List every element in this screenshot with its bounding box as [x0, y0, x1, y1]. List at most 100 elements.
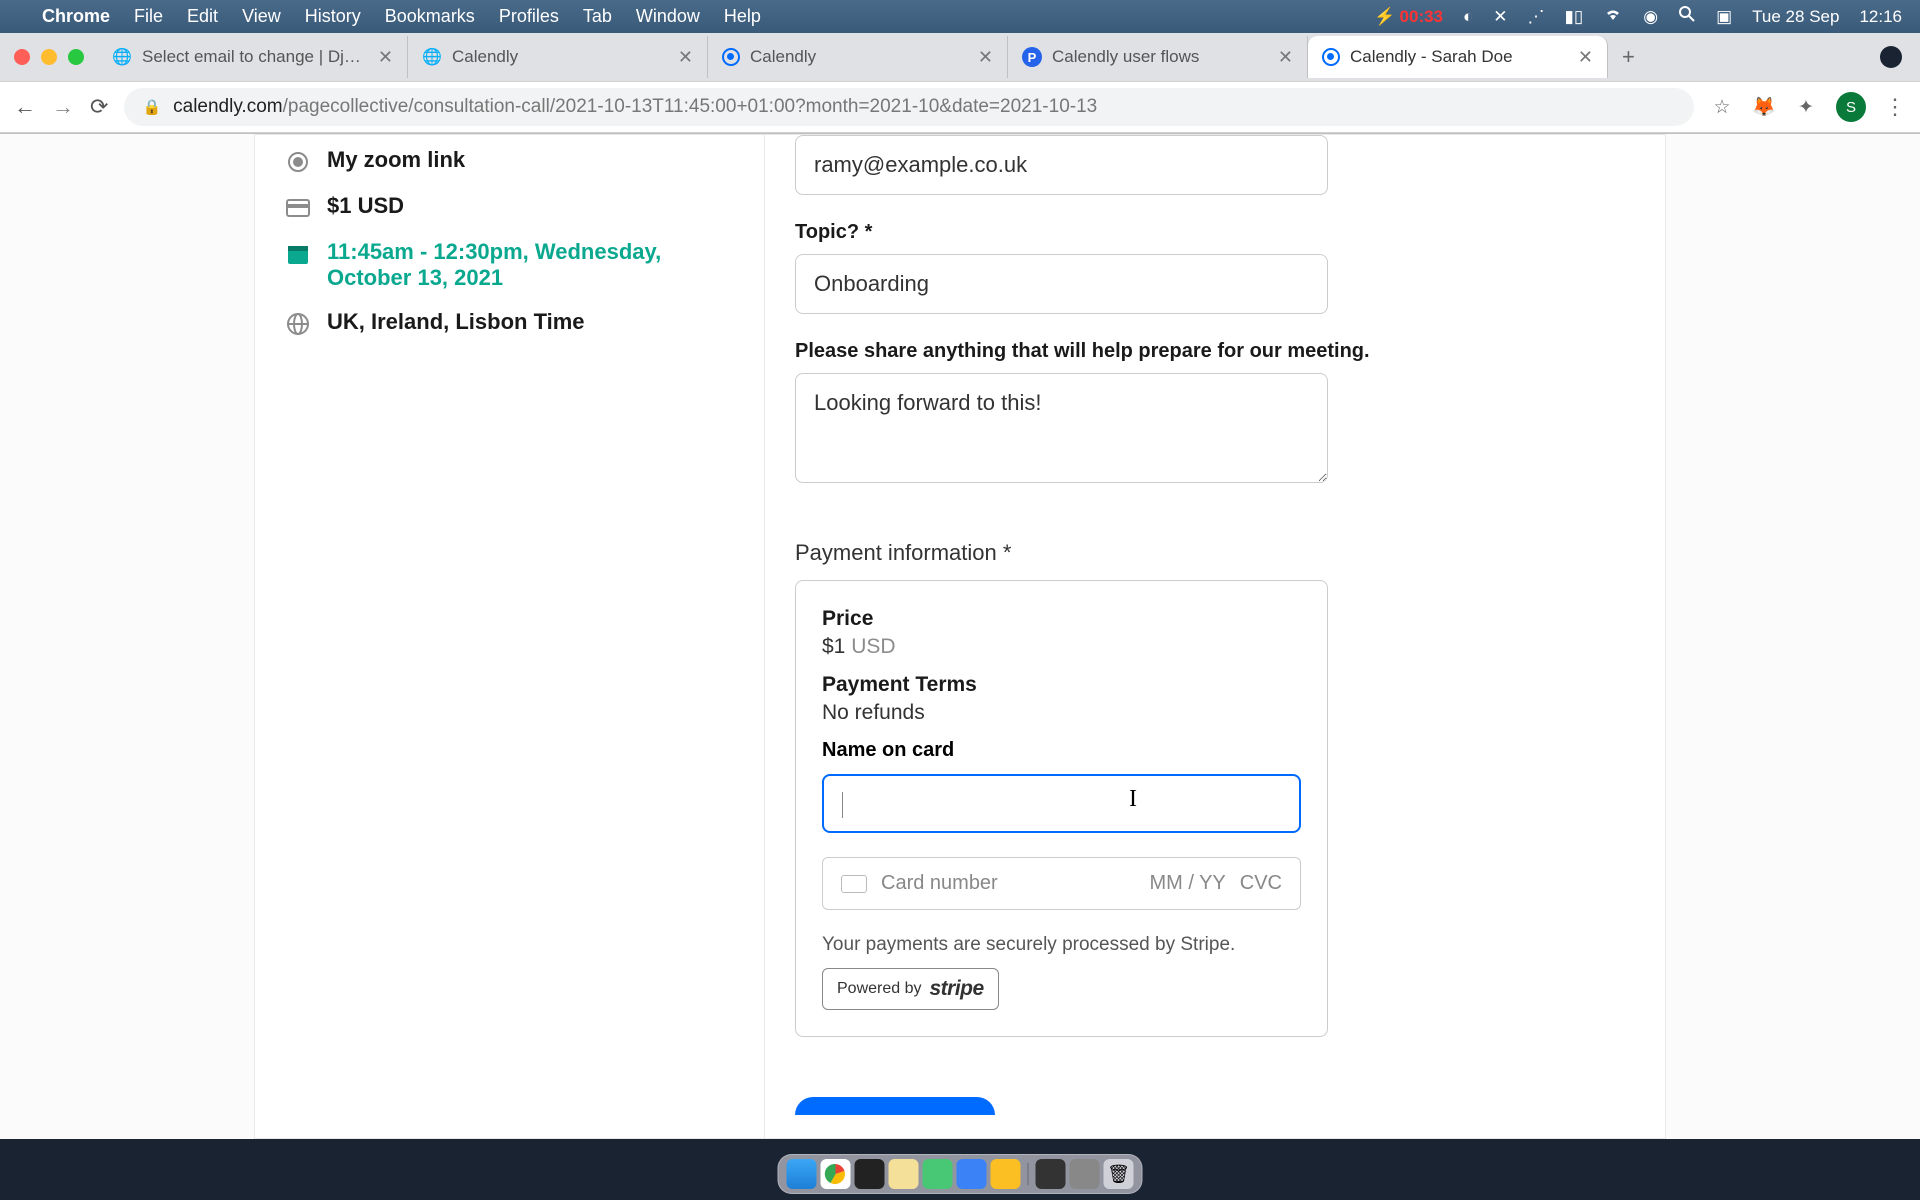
extension-metamask-icon[interactable]: 🦊	[1752, 95, 1776, 119]
url-row: ← → ⟳ 🔒 calendly.com/pagecollective/cons…	[0, 81, 1920, 133]
card-number-field[interactable]: Card number MM / YY CVC	[822, 857, 1301, 910]
profile-avatar[interactable]: S	[1836, 92, 1866, 122]
price-value: $1 USD	[822, 635, 1301, 659]
bolt-icon: ⚡	[1374, 7, 1395, 27]
macos-menubar: Chrome File Edit View History Bookmarks …	[0, 0, 1920, 33]
topic-label: Topic? *	[795, 221, 1635, 244]
location-row: My zoom link	[285, 147, 734, 175]
booking-card: My zoom link $1 USD 11:45am - 12:30pm, W…	[254, 134, 1666, 1139]
price-text: $1 USD	[327, 193, 404, 219]
battery-icon[interactable]: ▮▯	[1565, 7, 1584, 27]
spotlight-icon[interactable]	[1678, 5, 1696, 28]
wifi-icon[interactable]	[1603, 6, 1623, 27]
status-icon-1[interactable]: ◐	[1463, 7, 1473, 27]
window-minimize[interactable]	[41, 49, 57, 65]
url-path: /pagecollective/consultation-call/2021-1…	[283, 96, 1098, 117]
tab-title: Calendly - Sarah Doe	[1350, 47, 1568, 67]
menu-bookmarks[interactable]: Bookmarks	[385, 6, 475, 27]
price-row: $1 USD	[285, 193, 734, 221]
menu-tab[interactable]: Tab	[583, 6, 612, 27]
booking-form: Topic? * Please share anything that will…	[765, 135, 1665, 1138]
dock-notes[interactable]	[889, 1159, 919, 1189]
dock-app-8[interactable]	[1036, 1159, 1066, 1189]
url-bar[interactable]: 🔒 calendly.com/pagecollective/consultati…	[124, 88, 1694, 126]
datetime-text: 11:45am - 12:30pm, Wednesday, October 13…	[327, 239, 734, 291]
name-on-card-label: Name on card	[822, 739, 1301, 762]
terms-label: Payment Terms	[822, 673, 1301, 697]
payment-box: Price $1 USD Payment Terms No refunds Na…	[795, 580, 1328, 1037]
menu-help[interactable]: Help	[724, 6, 761, 27]
card-cvc-placeholder: CVC	[1240, 872, 1282, 895]
location-text: My zoom link	[327, 147, 465, 173]
menu-window[interactable]: Window	[636, 6, 700, 27]
dock-app-5[interactable]	[923, 1159, 953, 1189]
dock: 🗑	[778, 1154, 1143, 1194]
globe-icon: 🌐	[422, 47, 442, 67]
tab-title: Calendly	[452, 47, 668, 67]
menu-view[interactable]: View	[242, 6, 281, 27]
back-button[interactable]: ←	[14, 94, 36, 120]
calendly-icon	[1322, 48, 1340, 66]
close-icon[interactable]: ✕	[678, 47, 693, 68]
tab-calendly-1[interactable]: 🌐 Calendly ✕	[408, 36, 708, 78]
dock-app-6[interactable]	[957, 1159, 987, 1189]
text-cursor-icon: I	[1129, 786, 1137, 813]
dock-finder[interactable]	[787, 1159, 817, 1189]
menubar-date[interactable]: Tue 28 Sep	[1752, 7, 1839, 27]
dock-chrome[interactable]	[821, 1159, 851, 1189]
control-center-icon[interactable]: ◉	[1643, 7, 1658, 27]
menu-file[interactable]: File	[134, 6, 163, 27]
forward-button[interactable]: →	[52, 94, 74, 120]
text-caret	[842, 792, 843, 818]
tab-row: 🌐 Select email to change | Django ✕ 🌐 Ca…	[0, 33, 1920, 81]
close-icon[interactable]: ✕	[978, 47, 993, 68]
url-domain: calendly.com	[173, 96, 282, 117]
status-icon-2[interactable]: ✕	[1493, 7, 1507, 27]
globe-icon	[285, 311, 311, 337]
menu-history[interactable]: History	[305, 6, 361, 27]
tab-userflows[interactable]: P Calendly user flows ✕	[1008, 36, 1308, 78]
tab-sarah-doe[interactable]: Calendly - Sarah Doe ✕	[1308, 36, 1608, 78]
dock-trash[interactable]: 🗑	[1104, 1159, 1134, 1189]
camera-icon	[285, 149, 311, 175]
globe-icon: 🌐	[112, 47, 132, 67]
submit-button[interactable]	[795, 1097, 995, 1115]
app-name[interactable]: Chrome	[42, 6, 110, 27]
dock-app-7[interactable]	[991, 1159, 1021, 1189]
close-icon[interactable]: ✕	[378, 47, 393, 68]
notes-field[interactable]	[795, 373, 1328, 483]
calendar-icon	[285, 241, 311, 267]
card-exp-placeholder: MM / YY	[1149, 872, 1225, 895]
card-icon	[841, 875, 867, 893]
topic-field[interactable]	[795, 254, 1328, 314]
tab-title: Select email to change | Django	[142, 47, 368, 67]
close-icon[interactable]: ✕	[1578, 47, 1593, 68]
dock-terminal[interactable]	[855, 1159, 885, 1189]
kebab-icon[interactable]: ⋮	[1884, 94, 1906, 120]
dock-app-9[interactable]	[1070, 1159, 1100, 1189]
card-icon	[285, 195, 311, 221]
tab-django[interactable]: 🌐 Select email to change | Django ✕	[98, 36, 408, 78]
menu-profiles[interactable]: Profiles	[499, 6, 559, 27]
menubar-clock[interactable]: 12:16	[1859, 7, 1902, 27]
close-icon[interactable]: ✕	[1278, 47, 1293, 68]
datetime-row: 11:45am - 12:30pm, Wednesday, October 13…	[285, 239, 734, 291]
page-content: My zoom link $1 USD 11:45am - 12:30pm, W…	[0, 134, 1920, 1139]
powered-by-stripe[interactable]: Powered by stripe	[822, 968, 999, 1010]
tab-title: Calendly	[750, 47, 968, 67]
window-maximize[interactable]	[68, 49, 84, 65]
tab-calendly-2[interactable]: Calendly ✕	[708, 36, 1008, 78]
star-icon[interactable]: ☆	[1710, 95, 1734, 119]
name-on-card-field[interactable]	[842, 792, 1281, 815]
menu-edit[interactable]: Edit	[187, 6, 218, 27]
tab-overflow[interactable]	[1880, 46, 1902, 68]
new-tab-button[interactable]: +	[1608, 44, 1649, 70]
toolbox-icon[interactable]: ▣	[1716, 7, 1732, 27]
status-icon-3[interactable]: ⋰	[1528, 7, 1545, 27]
reload-button[interactable]: ⟳	[90, 94, 108, 120]
lock-icon: 🔒	[142, 98, 161, 116]
battery-status[interactable]: ⚡00:33	[1374, 7, 1443, 27]
extensions-icon[interactable]: ✦	[1794, 95, 1818, 119]
window-close[interactable]	[14, 49, 30, 65]
email-field[interactable]	[795, 135, 1328, 195]
